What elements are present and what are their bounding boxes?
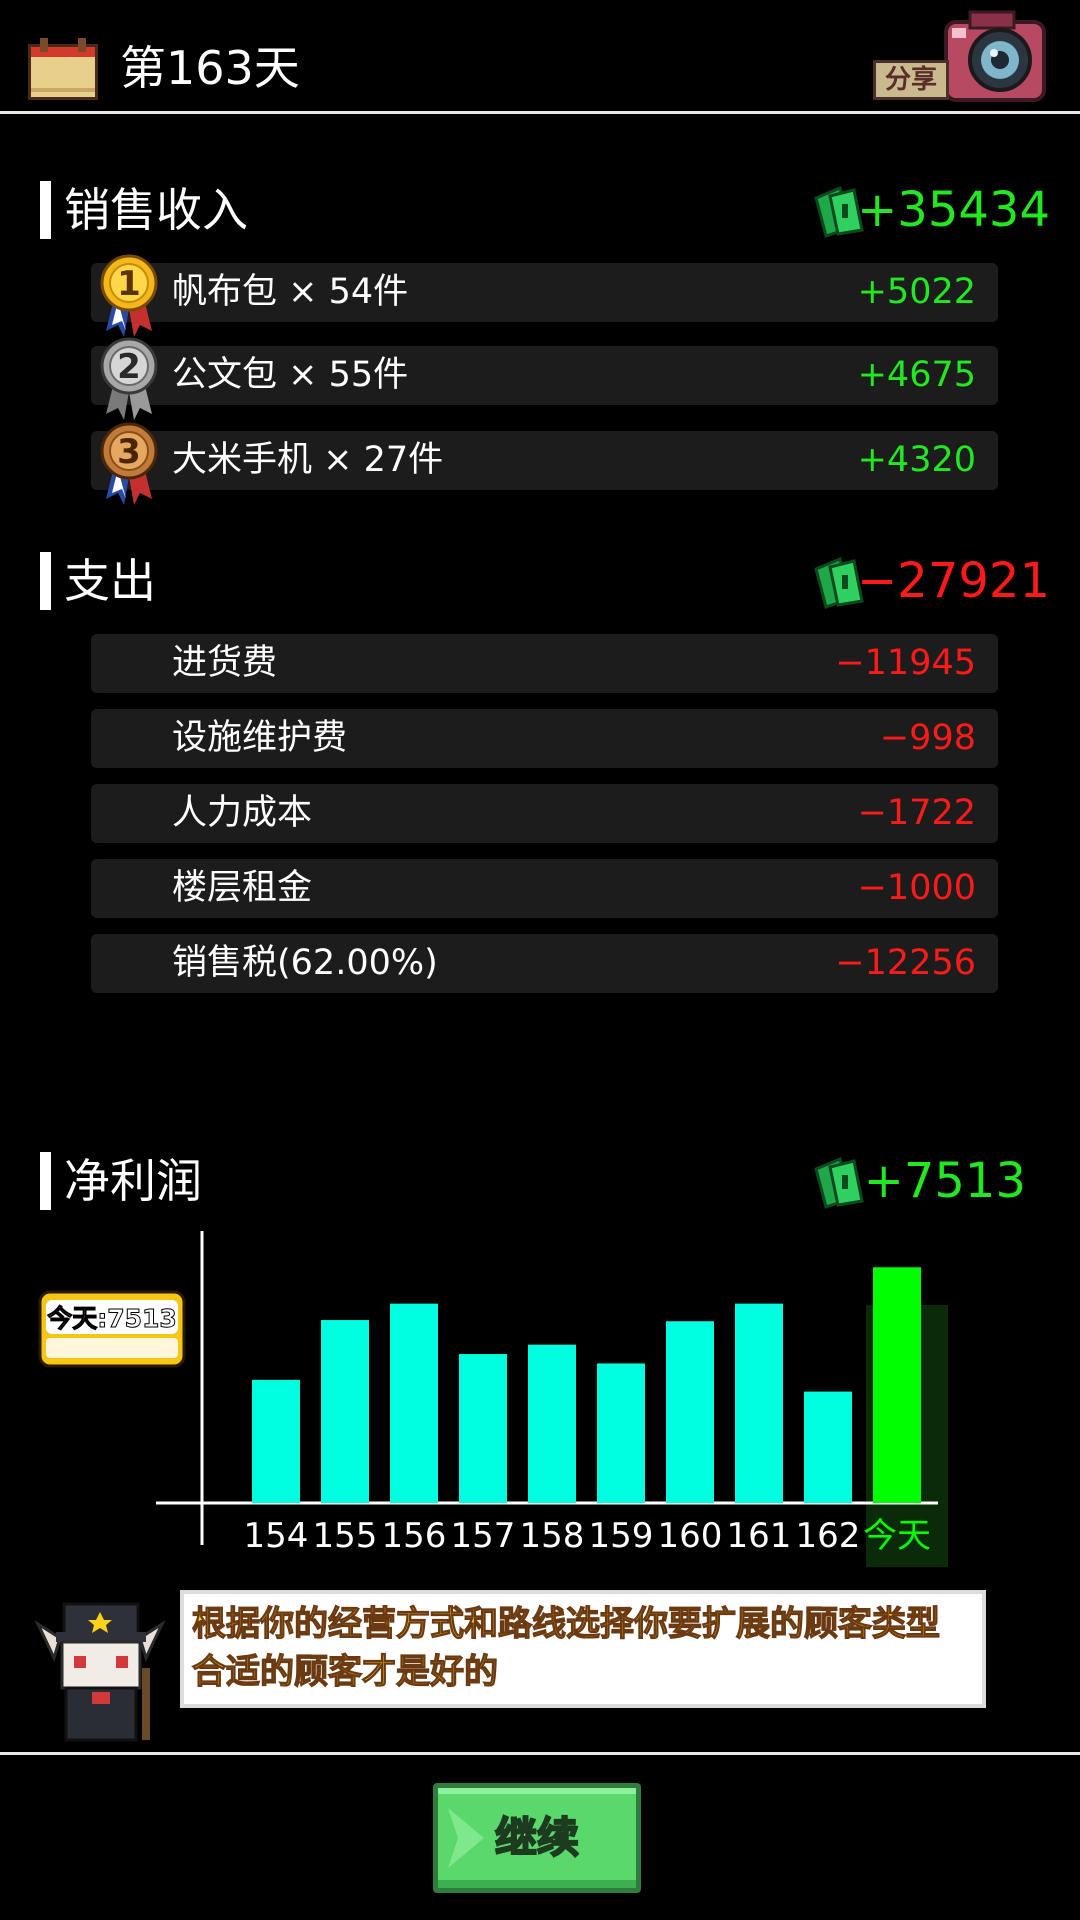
- x-tick-label: 158: [520, 1516, 585, 1556]
- continue-button[interactable]: 继续: [433, 1783, 641, 1893]
- profit-chart: 154 155 156 157 158 159 160 161 162 今天: [0, 1225, 1080, 1580]
- sales-title: 销售收入: [64, 183, 248, 237]
- expense-row: 销售税(62.00%) −12256: [91, 934, 998, 993]
- chart-bar: [735, 1303, 783, 1503]
- expenses-total: −27921: [857, 553, 1050, 609]
- tip-bubble: 根据你的经营方式和路线选择你要扩展的顾客类型 合适的顾客才是好的: [180, 1590, 986, 1708]
- medal-rank: 1: [117, 264, 141, 304]
- section-marker: [40, 1152, 51, 1210]
- sales-row: 大米手机 × 27件 +4320: [91, 422, 998, 505]
- expense-item-label: 人力成本: [172, 793, 313, 833]
- expense-row: 楼层租金 −1000: [91, 859, 998, 918]
- expense-item-value: −1000: [857, 868, 976, 908]
- expense-item-value: −11945: [835, 643, 976, 683]
- x-tick-label: 154: [244, 1516, 309, 1556]
- expense-item-value: −1722: [857, 793, 976, 833]
- chart-bar: [252, 1379, 300, 1503]
- tip-line-1: 根据你的经营方式和路线选择你要扩展的顾客类型: [191, 1603, 940, 1644]
- chart-bar: [597, 1363, 645, 1503]
- chart-bar: [873, 1267, 921, 1503]
- today-value-tag: 今天:7513: [36, 1288, 188, 1370]
- sales-item-value: +4320: [857, 440, 976, 480]
- mascot-icon: [34, 1602, 166, 1742]
- footer-divider: [0, 1752, 1080, 1755]
- x-tick-label: 159: [589, 1516, 654, 1556]
- profit-total: +7513: [863, 1153, 1026, 1209]
- expenses-title: 支出: [64, 554, 156, 608]
- share-label: 分享: [873, 60, 949, 100]
- profit-bar-chart: 154 155 156 157 158 159 160 161 162 今天: [156, 1231, 948, 1567]
- x-tick-label: 161: [727, 1516, 792, 1556]
- sales-row: 公文包 × 55件 +4675: [91, 337, 998, 420]
- continue-label: 继续: [494, 1812, 580, 1863]
- expense-row: 人力成本 −1722: [91, 784, 998, 843]
- chart-bar: [321, 1320, 369, 1503]
- expense-item-value: −998: [879, 718, 976, 758]
- x-tick-label: 156: [382, 1516, 447, 1556]
- chart-bar: [528, 1344, 576, 1503]
- sales-item-value: +4675: [857, 355, 976, 395]
- sales-item-value: +5022: [857, 272, 976, 312]
- expense-item-label: 设施维护费: [172, 718, 348, 758]
- calendar-icon: [28, 38, 98, 100]
- chart-bar: [390, 1303, 438, 1503]
- profit-title: 净利润: [64, 1154, 202, 1208]
- expenses-heading: 支出 −27921: [40, 550, 1050, 612]
- top-bar: 第163天 分享: [0, 0, 1080, 114]
- expense-item-label: 进货费: [172, 643, 278, 683]
- sales-row: 帆布包 × 54件 +5022: [91, 254, 998, 337]
- money-icon: [814, 1156, 864, 1209]
- sales-total: +35434: [857, 182, 1050, 238]
- x-tick-label: 160: [658, 1516, 723, 1556]
- medal-rank: 3: [117, 432, 141, 472]
- sales-item-label: 公文包 × 55件: [172, 355, 409, 395]
- today-tag-text: 今天:7513: [47, 1304, 178, 1334]
- sales-item-label: 大米手机 × 27件: [172, 440, 444, 480]
- medal-rank: 2: [117, 347, 141, 387]
- chart-bar: [804, 1391, 852, 1503]
- section-marker: [40, 552, 51, 610]
- section-marker: [40, 181, 51, 239]
- tip-line-2: 合适的顾客才是好的: [191, 1651, 498, 1692]
- expense-item-value: −12256: [835, 943, 976, 983]
- x-tick-label: 今天: [863, 1516, 931, 1556]
- expense-item-label: 楼层租金: [172, 868, 313, 908]
- sales-heading: 销售收入 +35434: [40, 179, 1050, 241]
- profit-heading: 净利润 +7513: [40, 1150, 1050, 1212]
- chart-bar: [666, 1321, 714, 1503]
- x-tick-label: 157: [451, 1516, 516, 1556]
- share-button[interactable]: 分享: [870, 8, 1052, 104]
- x-tick-label: 162: [796, 1516, 861, 1556]
- x-tick-label: 155: [313, 1516, 378, 1556]
- expense-row: 进货费 −11945: [91, 634, 998, 693]
- header-divider: [0, 111, 1080, 114]
- chart-bar: [459, 1354, 507, 1503]
- expense-row: 设施维护费 −998: [91, 709, 998, 768]
- expense-item-label: 销售税(62.00%): [172, 943, 438, 983]
- day-title: 第163天: [120, 41, 300, 95]
- sales-item-label: 帆布包 × 54件: [172, 272, 409, 312]
